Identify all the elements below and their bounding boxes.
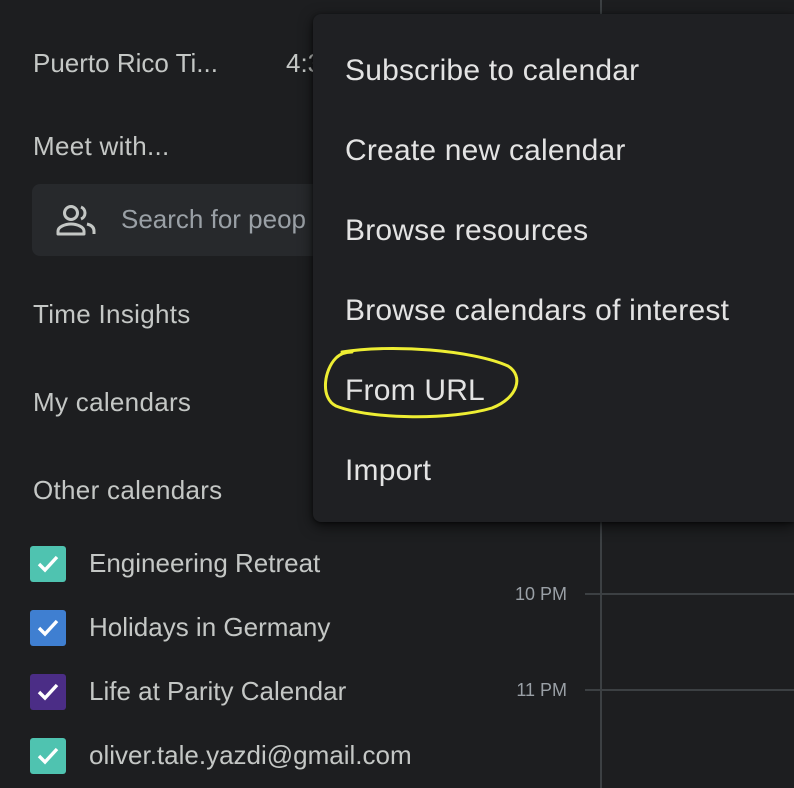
time-insights-heading[interactable]: Time Insights	[33, 299, 191, 330]
menu-item-browse-resources[interactable]: Browse resources	[313, 186, 794, 266]
menu-item-label: Subscribe to calendar	[345, 54, 640, 87]
calendar-item-holidays-in-germany[interactable]: Holidays in Germany	[30, 608, 590, 648]
calendar-checkbox[interactable]	[30, 610, 66, 646]
calendar-label: Life at Parity Calendar	[89, 676, 347, 706]
hour-gridline	[585, 689, 794, 691]
search-people-placeholder: Search for peop	[121, 204, 307, 234]
other-calendars-heading[interactable]: Other calendars	[33, 475, 222, 506]
hour-label-10pm: 10 PM	[514, 584, 567, 604]
add-calendar-menu: Subscribe to calendar Create new calenda…	[313, 14, 794, 522]
calendar-checkbox[interactable]	[30, 674, 66, 710]
checkmark-icon	[37, 747, 59, 765]
calendar-label: oliver.tale.yazdi@gmail.com	[89, 740, 412, 770]
menu-item-label: Create new calendar	[345, 134, 626, 167]
calendar-label: Engineering Retreat	[89, 548, 321, 578]
menu-item-from-url[interactable]: From URL	[313, 346, 794, 426]
hour-gridline	[585, 593, 794, 595]
calendar-item-life-at-parity[interactable]: Life at Parity Calendar	[30, 672, 590, 712]
meet-with-heading: Meet with...	[33, 131, 170, 161]
calendar-page: 10 PM 11 PM Puerto Rico Ti... 4:3 Meet w…	[0, 0, 794, 788]
checkmark-icon	[37, 683, 59, 701]
timezone-name: Puerto Rico Ti...	[33, 48, 218, 78]
my-calendars-heading[interactable]: My calendars	[33, 387, 191, 418]
people-icon	[56, 205, 96, 236]
menu-item-label: Browse resources	[345, 214, 589, 247]
calendar-checkbox[interactable]	[30, 546, 66, 582]
menu-item-import[interactable]: Import	[313, 426, 794, 506]
checkmark-icon	[37, 619, 59, 637]
calendar-item-oliver-gmail[interactable]: oliver.tale.yazdi@gmail.com	[30, 736, 590, 776]
timezone-row: Puerto Rico Ti... 4:3	[33, 48, 333, 82]
calendar-item-engineering-retreat[interactable]: Engineering Retreat	[30, 544, 590, 584]
menu-item-label: Import	[345, 454, 432, 487]
calendar-label: Holidays in Germany	[89, 612, 331, 642]
checkmark-icon	[37, 555, 59, 573]
menu-item-label: Browse calendars of interest	[345, 294, 730, 327]
calendar-checkbox[interactable]	[30, 738, 66, 774]
menu-item-label: From URL	[345, 374, 485, 407]
menu-item-subscribe-to-calendar[interactable]: Subscribe to calendar	[313, 26, 794, 106]
menu-item-create-new-calendar[interactable]: Create new calendar	[313, 106, 794, 186]
menu-item-browse-calendars-of-interest[interactable]: Browse calendars of interest	[313, 266, 794, 346]
